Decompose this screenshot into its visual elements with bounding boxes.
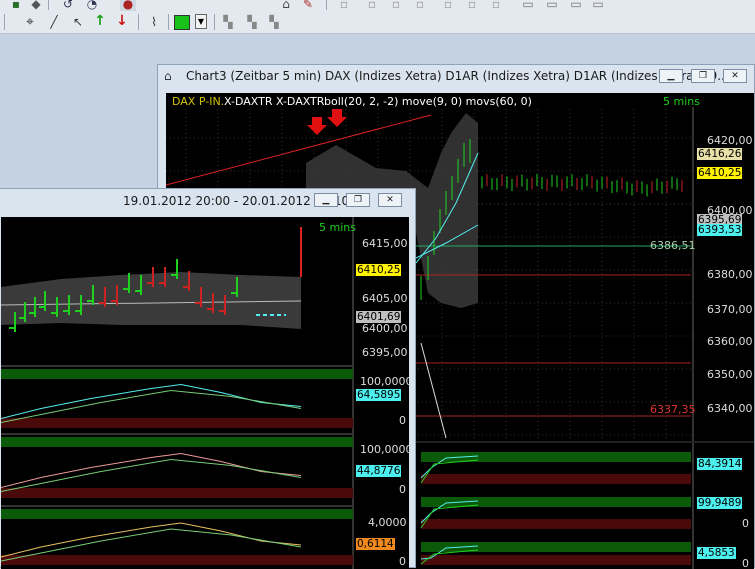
oversold-zone [421,555,691,565]
axis-tick: 6380,00 [707,268,753,281]
pane-separator [1,433,353,435]
indicator2-value: 99,9489 [697,497,743,509]
indicator2-zero: 0 [399,483,406,496]
front-chart-svg [1,217,354,569]
axis-tick: 6415,00 [362,237,408,250]
overbought-zone [1,369,353,379]
axis-tick: 6405,00 [362,292,408,305]
line-tool-icon[interactable]: ╱ [46,14,62,30]
crosshair-icon[interactable]: ⌖ [22,14,38,30]
front-chart-titlebar[interactable]: 19.01.2012 20:00 - 20.01.2012 08:10 ▁ ❐ … [0,189,415,211]
indicator3-zero: 0 [399,555,406,568]
legend-indicators: boll(20, 2, -2) move(9, 0) movs(60, 0) [324,95,532,108]
indicator1-value: 84,3914 [697,458,743,470]
indicator3-max: 4,0000 [368,516,407,529]
grid-icon-2[interactable]: ▚ [244,14,260,30]
pane-separator [1,505,353,507]
price-tag-avg: 6393,53 [697,224,743,236]
legend-symbol: X-DAXTR X-DAXTR [224,95,325,108]
interval-label: 5 mins [319,221,356,234]
indicator-line [1,458,302,492]
drawing-toolbar: ⌖ ╱ ↖ ↑ ↓ ⌇ ▼ ▚ ▚ ▚ [0,11,755,34]
indicator-line [1,389,302,423]
indicator2-zero: 0 [742,517,749,530]
dropdown-icon[interactable]: ▼ [195,14,207,29]
restore-button[interactable]: ❐ [691,69,715,83]
chart-app-icon: ⌂ [164,69,172,83]
close-button[interactable]: ✕ [378,193,402,207]
indicator1-max: 100,0000 [360,375,409,388]
chart3-titlebar[interactable]: ⌂ Chart3 (Zeitbar 5 min) DAX (Indizes Xe… [158,65,754,87]
oversold-zone [1,418,353,428]
grid-icon-1[interactable]: ▚ [220,14,236,30]
minimize-button[interactable]: ▁ [659,69,683,83]
axis-tick: 6395,00 [362,346,408,359]
indicator3-value: 0,6114 [356,538,395,550]
arrow-tool-icon[interactable]: ↖ [70,14,86,30]
legend-dax: DAX P-IN. [172,95,225,108]
sell-arrow-icon [327,109,347,127]
minimize-button[interactable]: ▁ [314,193,338,207]
close-button[interactable]: ✕ [723,69,747,83]
indicator1-value: 64,5895 [356,389,402,401]
restore-button[interactable]: ❐ [346,193,370,207]
axis-tick: 6400,00 [362,322,408,335]
level-label-upper: 6386,51 [650,239,696,252]
indicator3-value: 4,5853 [697,547,736,559]
axis-tick: 6370,00 [707,303,753,316]
indicator3-zero: 0 [742,557,749,569]
axis-tick: 6360,00 [707,335,753,348]
overbought-zone [1,509,353,519]
axis-tick: 6340,00 [707,402,753,415]
chart3-title: Chart3 (Zeitbar 5 min) DAX (Indizes Xetr… [186,69,729,83]
oversold-zone [1,555,353,565]
grid-icon-3[interactable]: ▚ [266,14,282,30]
pane-separator [1,365,353,367]
indicator-icon[interactable]: ⌇ [146,14,162,30]
sell-arrow-icon [307,117,327,135]
indicator2-value: 44,8776 [356,465,402,477]
color-swatch[interactable] [174,15,190,30]
front-chart-window[interactable]: 19.01.2012 20:00 - 20.01.2012 08:10 ▁ ❐ … [0,188,416,569]
axis-tick: 6350,00 [707,368,753,381]
oversold-zone [421,474,691,484]
interval-label: 5 mins [663,95,700,108]
axis-tick: 6420,00 [707,134,753,147]
oversold-zone [1,488,353,498]
price-tag-last: 6410,25 [697,167,743,179]
buy-arrow-icon[interactable]: ↑ [92,13,108,29]
level-label-lower: 6337,35 [650,403,696,416]
sell-arrow-icon[interactable]: ↓ [114,13,130,29]
price-tag-last: 6410,25 [356,264,402,276]
indicator1-zero: 0 [399,414,406,427]
front-chart-canvas[interactable]: 5 mins 6415,00 6410,25 6405,00 6401,69 6… [1,217,409,569]
price-tag-high: 6416,26 [697,148,743,160]
overbought-zone [1,437,353,447]
oversold-zone [421,519,691,529]
indicator2-max: 100,0000 [360,443,409,456]
